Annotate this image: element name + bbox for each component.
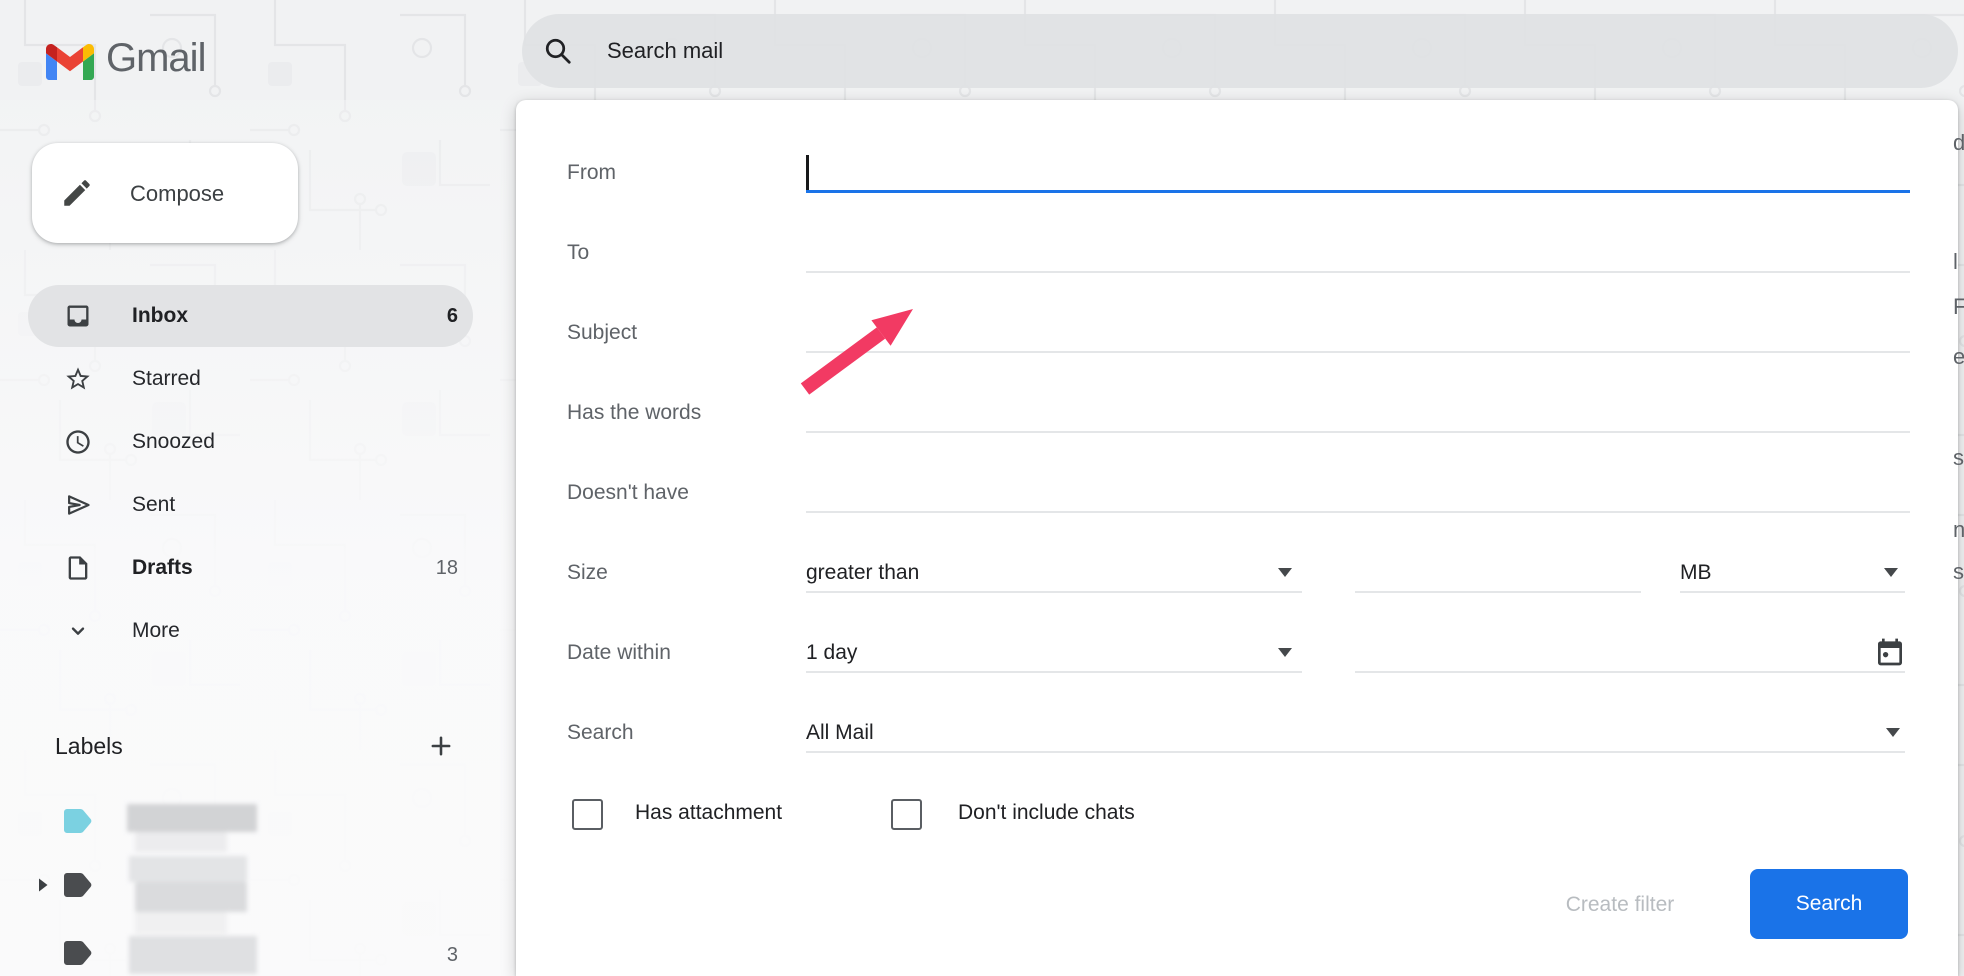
search-button[interactable]: Search	[1750, 869, 1908, 939]
label-count-badge: 3	[410, 940, 458, 970]
size-unit-underline	[1680, 591, 1905, 593]
advanced-search-panel	[516, 100, 1958, 976]
label-tag-icon-dark	[63, 872, 95, 898]
sidebar-item-snoozed-label[interactable]: Snoozed	[132, 427, 215, 457]
search-scope-select[interactable]: All Mail	[806, 718, 874, 748]
search-button-label: Search	[1796, 892, 1863, 916]
size-operator-underline	[806, 591, 1302, 593]
gmail-logo	[46, 44, 94, 80]
dont-include-chats-label[interactable]: Don't include chats	[958, 798, 1135, 828]
inbox-count-badge: 6	[410, 301, 458, 331]
inbox-icon	[64, 302, 92, 330]
date-range-caret-icon[interactable]	[1278, 648, 1292, 657]
search-scope-underline	[806, 751, 1905, 753]
subject-label: Subject	[567, 318, 637, 348]
expand-arrow-icon[interactable]	[36, 877, 50, 893]
clock-icon	[64, 428, 92, 456]
drafts-count-badge: 18	[410, 553, 458, 583]
size-value-input[interactable]	[1355, 558, 1641, 590]
search-input[interactable]: Search mail	[607, 38, 723, 64]
doesnt-have-label: Doesn't have	[567, 478, 689, 508]
search-bar[interactable]	[522, 14, 1958, 88]
sidebar-item-snoozed[interactable]	[28, 411, 473, 473]
has-attachment-label[interactable]: Has attachment	[635, 798, 782, 828]
search-icon[interactable]	[543, 36, 573, 66]
from-input-underline-focused	[806, 190, 1910, 193]
sidebar-item-inbox-label[interactable]: Inbox	[132, 301, 188, 331]
subject-input[interactable]	[806, 318, 1910, 350]
create-filter-button[interactable]: Create filter	[1528, 890, 1712, 920]
to-input[interactable]	[806, 238, 1910, 270]
subject-input-underline	[806, 351, 1910, 353]
has-words-input-underline	[806, 431, 1910, 433]
date-range-select[interactable]: 1 day	[806, 638, 857, 668]
size-label: Size	[567, 558, 608, 588]
sidebar-item-starred[interactable]	[28, 348, 473, 410]
sidebar-item-drafts[interactable]	[28, 537, 473, 599]
sidebar-item-sent-label[interactable]: Sent	[132, 490, 175, 520]
edge-text-fragment: s	[1953, 445, 1964, 471]
edge-text-fragment: l	[1953, 249, 1958, 275]
sidebar-item-inbox[interactable]	[28, 285, 473, 347]
chevron-down-icon	[65, 618, 91, 644]
edge-text-fragment: d	[1953, 130, 1964, 156]
to-label: To	[567, 238, 589, 268]
gmail-advanced-search-screen: { "app": { "wordmark": "Gmail" }, "searc…	[0, 0, 1964, 976]
sidebar-item-starred-label[interactable]: Starred	[132, 364, 201, 394]
date-range-underline	[806, 671, 1302, 673]
label-tag-icon-teal	[63, 808, 95, 834]
sidebar-item-drafts-label[interactable]: Drafts	[132, 553, 193, 583]
add-label-icon[interactable]	[427, 732, 455, 760]
from-input[interactable]	[808, 158, 1908, 190]
calendar-icon[interactable]	[1874, 636, 1906, 668]
send-icon	[64, 491, 92, 519]
size-operator-select[interactable]: greater than	[806, 558, 919, 588]
doesnt-have-input-underline	[806, 511, 1910, 513]
gmail-m-icon	[46, 44, 94, 80]
draft-icon	[64, 554, 92, 582]
annotation-arrow	[795, 303, 920, 398]
labels-section-title: Labels	[55, 731, 123, 761]
pencil-icon	[60, 176, 94, 210]
star-icon	[64, 365, 92, 393]
has-attachment-checkbox[interactable]	[572, 799, 603, 830]
edge-text-fragment: s	[1953, 559, 1964, 585]
search-scope-label: Search	[567, 718, 634, 748]
to-input-underline	[806, 271, 1910, 273]
size-operator-caret-icon[interactable]	[1278, 568, 1292, 577]
has-words-input[interactable]	[806, 398, 1910, 430]
compose-label: Compose	[130, 180, 224, 208]
size-value-underline	[1355, 591, 1641, 593]
edge-text-fragment: e	[1953, 344, 1964, 370]
sidebar-item-more[interactable]	[28, 600, 473, 662]
dont-include-chats-checkbox[interactable]	[891, 799, 922, 830]
sidebar-item-more-label[interactable]: More	[132, 616, 180, 646]
has-words-label: Has the words	[567, 398, 701, 428]
edge-text-fragment: n	[1953, 517, 1964, 543]
search-scope-caret-icon[interactable]	[1886, 728, 1900, 737]
label-tag-icon-dark	[63, 940, 95, 966]
size-unit-select[interactable]: MB	[1680, 558, 1712, 588]
blurred-label-names	[125, 800, 300, 976]
date-value-underline	[1355, 671, 1905, 673]
doesnt-have-input[interactable]	[806, 478, 1910, 510]
from-label: From	[567, 158, 616, 188]
date-value-input[interactable]	[1355, 638, 1855, 670]
edge-text-fragment: F	[1953, 294, 1964, 320]
size-unit-caret-icon[interactable]	[1884, 568, 1898, 577]
sidebar-item-sent[interactable]	[28, 474, 473, 536]
date-within-label: Date within	[567, 638, 671, 668]
gmail-wordmark: Gmail	[106, 34, 205, 82]
